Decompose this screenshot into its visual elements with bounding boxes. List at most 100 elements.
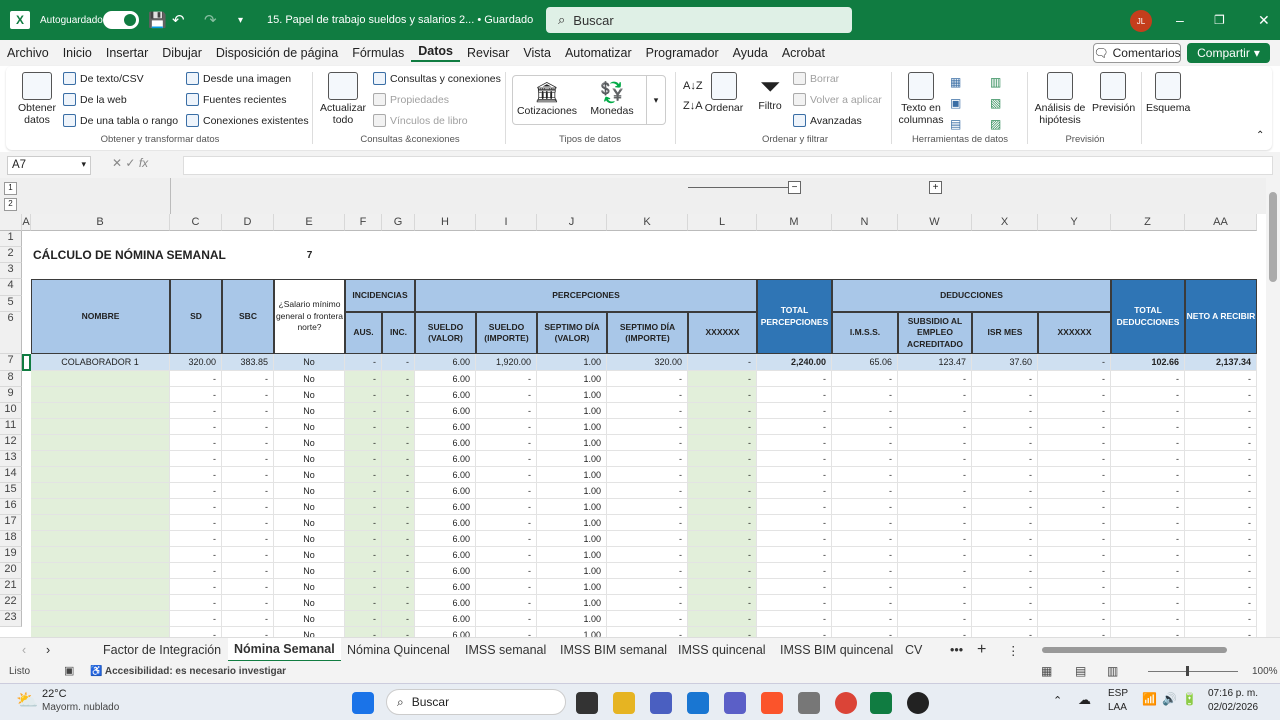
tab-imss-bim-quincenal[interactable]: IMSS BIM quincenal bbox=[780, 638, 893, 662]
data-cell[interactable]: - bbox=[170, 419, 222, 435]
data-cell[interactable]: - bbox=[972, 547, 1038, 563]
data-cell[interactable]: - bbox=[832, 403, 898, 419]
data-cell[interactable]: 6.00 bbox=[415, 467, 476, 483]
data-cell[interactable]: - bbox=[345, 419, 382, 435]
data-cell[interactable]: - bbox=[898, 499, 972, 515]
data-cell[interactable]: - bbox=[688, 387, 757, 403]
column-header[interactable]: H bbox=[415, 214, 476, 231]
data-cell[interactable]: - bbox=[757, 627, 832, 637]
worksheet-grid[interactable]: A B C D E F G H I J K L M N W X Y Z AA 1 2 3 4 5 6 7 8 9 10 11 12 13 14… bbox=[0, 214, 1280, 637]
data-cell[interactable]: - bbox=[170, 531, 222, 547]
cell-row7-nombre[interactable]: COLABORADOR 1 bbox=[31, 354, 170, 371]
data-cell[interactable]: - bbox=[898, 563, 972, 579]
data-cell[interactable]: - bbox=[757, 387, 832, 403]
data-cell[interactable]: - bbox=[1038, 627, 1111, 637]
sheet-options-icon[interactable]: ⋮ bbox=[1007, 638, 1020, 662]
data-cell[interactable]: - bbox=[170, 547, 222, 563]
data-cell[interactable]: - bbox=[688, 451, 757, 467]
data-cell[interactable] bbox=[31, 611, 170, 627]
data-cell[interactable]: - bbox=[1185, 531, 1257, 547]
chevron-up-icon[interactable]: ⌃ bbox=[1053, 694, 1062, 707]
data-cell[interactable]: - bbox=[607, 579, 688, 595]
data-cell[interactable]: - bbox=[898, 579, 972, 595]
data-cell[interactable] bbox=[31, 451, 170, 467]
data-cell[interactable]: - bbox=[832, 467, 898, 483]
data-cell[interactable]: - bbox=[382, 419, 415, 435]
data-cell[interactable]: - bbox=[898, 611, 972, 627]
from-table-button[interactable]: De una tabla o rango bbox=[63, 114, 178, 127]
data-cell[interactable]: - bbox=[222, 563, 274, 579]
data-cell[interactable]: - bbox=[1185, 435, 1257, 451]
data-cell[interactable] bbox=[31, 531, 170, 547]
battery-icon[interactable]: 🔋 bbox=[1182, 692, 1197, 706]
lang-secondary[interactable]: LAA bbox=[1108, 702, 1127, 713]
data-cell[interactable]: - bbox=[1111, 371, 1185, 387]
from-web-button[interactable]: De la web bbox=[63, 93, 127, 106]
data-cell[interactable]: - bbox=[898, 467, 972, 483]
data-cell[interactable]: 1.00 bbox=[537, 483, 607, 499]
taskbar-search[interactable]: ⌕ Buscar bbox=[386, 689, 566, 715]
cloud-icon[interactable]: ☁ bbox=[1078, 692, 1091, 708]
column-header[interactable]: F bbox=[345, 214, 382, 231]
fx-icon[interactable]: fx bbox=[139, 156, 148, 170]
data-cell[interactable]: - bbox=[757, 483, 832, 499]
data-cell[interactable]: 6.00 bbox=[415, 547, 476, 563]
cell-row7-dv[interactable]: 1.00 bbox=[537, 354, 607, 371]
data-cell[interactable]: - bbox=[1185, 547, 1257, 563]
data-cell[interactable]: - bbox=[898, 547, 972, 563]
data-cell[interactable]: - bbox=[972, 611, 1038, 627]
data-cell[interactable]: - bbox=[382, 483, 415, 499]
data-cell[interactable]: - bbox=[832, 483, 898, 499]
data-cell[interactable]: No bbox=[274, 371, 345, 387]
data-cell[interactable]: - bbox=[382, 563, 415, 579]
menu-insertar[interactable]: Insertar bbox=[99, 46, 155, 60]
data-cell[interactable]: - bbox=[1111, 467, 1185, 483]
data-cell[interactable]: - bbox=[972, 403, 1038, 419]
refresh-all-button[interactable]: Actualizar todo bbox=[318, 72, 368, 126]
data-cell[interactable]: - bbox=[972, 563, 1038, 579]
data-cell[interactable]: - bbox=[1111, 419, 1185, 435]
document-title[interactable]: 15. Papel de trabajo sueldos y salarios … bbox=[267, 0, 533, 40]
data-cell[interactable]: - bbox=[1111, 451, 1185, 467]
teams-icon[interactable] bbox=[724, 692, 746, 714]
data-cell[interactable]: - bbox=[607, 419, 688, 435]
data-cell[interactable]: - bbox=[1185, 467, 1257, 483]
data-cell[interactable] bbox=[31, 387, 170, 403]
data-cell[interactable]: - bbox=[1111, 611, 1185, 627]
data-cell[interactable] bbox=[31, 371, 170, 387]
data-cell[interactable]: - bbox=[832, 563, 898, 579]
data-cell[interactable]: - bbox=[1038, 579, 1111, 595]
gallery-more-icon[interactable]: ▾ bbox=[646, 76, 665, 124]
data-cell[interactable]: - bbox=[476, 595, 537, 611]
data-cell[interactable]: - bbox=[607, 499, 688, 515]
data-cell[interactable]: - bbox=[972, 451, 1038, 467]
existing-connections-button[interactable]: Conexiones existentes bbox=[186, 114, 309, 127]
data-cell[interactable]: - bbox=[757, 611, 832, 627]
forecast-button[interactable]: Previsión bbox=[1092, 72, 1135, 114]
clear-button[interactable]: Borrar bbox=[793, 72, 839, 85]
clock-date[interactable]: 02/02/2026 bbox=[1208, 702, 1258, 713]
data-cell[interactable]: - bbox=[757, 451, 832, 467]
data-cell[interactable]: 1.00 bbox=[537, 499, 607, 515]
cell-row7-sbc[interactable]: 383.85 bbox=[222, 354, 274, 371]
data-cell[interactable]: - bbox=[898, 515, 972, 531]
wifi-icon[interactable]: 📶 bbox=[1142, 692, 1157, 706]
page-layout-icon[interactable]: ▤ bbox=[1075, 664, 1086, 678]
data-cell[interactable]: - bbox=[832, 627, 898, 637]
data-cell[interactable]: - bbox=[898, 403, 972, 419]
data-cell[interactable] bbox=[31, 563, 170, 579]
sort-button[interactable]: Ordenar bbox=[704, 72, 744, 114]
data-cell[interactable]: - bbox=[170, 451, 222, 467]
data-cell[interactable]: - bbox=[757, 515, 832, 531]
data-cell[interactable]: - bbox=[382, 435, 415, 451]
zoom-slider[interactable] bbox=[1148, 671, 1238, 672]
calculator-icon[interactable] bbox=[798, 692, 820, 714]
data-cell[interactable]: - bbox=[1111, 627, 1185, 637]
scroll-thumb[interactable] bbox=[1269, 192, 1277, 282]
data-cell[interactable]: - bbox=[382, 595, 415, 611]
data-cell[interactable]: - bbox=[898, 531, 972, 547]
customize-qat-icon[interactable]: ▾ bbox=[238, 0, 243, 40]
cell-row7-tp[interactable]: 2,240.00 bbox=[757, 354, 832, 371]
data-cell[interactable]: 6.00 bbox=[415, 483, 476, 499]
cancel-icon[interactable]: ✕ bbox=[112, 156, 122, 170]
